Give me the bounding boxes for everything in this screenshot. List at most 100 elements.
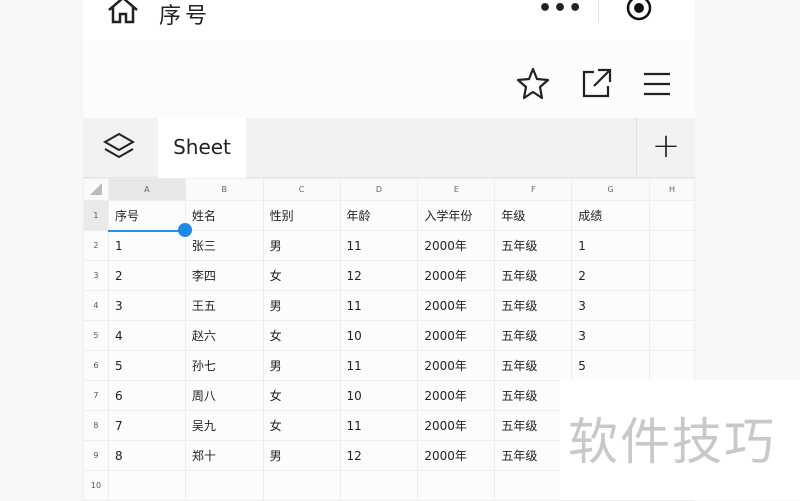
cell[interactable]: 3 <box>571 320 651 351</box>
row-header[interactable]: 4 <box>83 290 109 321</box>
cell[interactable]: 11 <box>339 350 419 381</box>
row-header[interactable]: 3 <box>83 260 109 291</box>
tab-sheet[interactable]: Sheet <box>158 118 246 178</box>
cell[interactable]: 成绩 <box>571 200 651 231</box>
cell[interactable]: 年级 <box>494 200 573 231</box>
cell[interactable]: 3 <box>107 290 186 321</box>
home-icon[interactable] <box>105 0 141 26</box>
row-header[interactable]: 8 <box>83 410 109 441</box>
cell[interactable]: 五年级 <box>494 350 573 381</box>
cell[interactable]: 女 <box>262 260 341 291</box>
cell[interactable] <box>649 290 695 321</box>
cell[interactable]: 12 <box>339 260 419 291</box>
cell[interactable]: 五年级 <box>494 260 573 291</box>
cell[interactable]: 2000年 <box>417 290 496 321</box>
cell[interactable] <box>649 230 695 261</box>
row-header[interactable]: 7 <box>83 380 109 411</box>
cell[interactable]: 8 <box>107 440 186 471</box>
cell[interactable]: 2000年 <box>417 350 496 381</box>
cell[interactable]: 4 <box>107 320 186 351</box>
cell[interactable]: 6 <box>107 380 186 411</box>
cell[interactable]: 男 <box>262 290 341 321</box>
more-dots-icon[interactable]: ••• <box>538 0 583 21</box>
cell[interactable]: 周八 <box>184 380 264 411</box>
cell[interactable]: 2000年 <box>417 230 496 261</box>
column-header-G[interactable]: G <box>571 178 651 201</box>
cell[interactable]: 1 <box>571 230 651 261</box>
column-header-B[interactable]: B <box>184 178 264 201</box>
cell[interactable] <box>649 320 695 351</box>
table-row: 1 序号 姓名 性别 年龄 入学年份 年级 成绩 <box>83 200 695 232</box>
cell[interactable] <box>649 350 695 381</box>
share-icon[interactable] <box>578 66 614 102</box>
row-header[interactable]: 2 <box>83 230 109 261</box>
cell[interactable]: 2000年 <box>417 260 496 291</box>
cell[interactable]: 姓名 <box>184 200 264 231</box>
watermark: 软件技巧 <box>560 380 800 500</box>
column-header-D[interactable]: D <box>339 178 419 201</box>
cell[interactable]: 10 <box>339 380 419 411</box>
add-sheet-button[interactable]: + <box>636 118 695 178</box>
cell[interactable]: 五年级 <box>494 290 573 321</box>
layers-icon[interactable] <box>101 130 137 166</box>
cell[interactable] <box>649 260 695 291</box>
selection-handle[interactable] <box>178 223 192 237</box>
star-icon[interactable] <box>515 66 551 102</box>
cell[interactable] <box>417 470 496 501</box>
cell[interactable]: 12 <box>339 440 419 471</box>
cell[interactable]: 孙七 <box>184 350 264 381</box>
cell[interactable]: 吴九 <box>184 410 264 441</box>
cell[interactable]: 10 <box>339 320 419 351</box>
cell[interactable] <box>339 470 419 501</box>
select-all-corner[interactable] <box>83 178 109 201</box>
cell[interactable]: 男 <box>262 350 341 381</box>
row-header[interactable]: 9 <box>83 440 109 471</box>
cell[interactable]: 7 <box>107 410 186 441</box>
top-bar: 序号 ••• <box>83 0 695 40</box>
cell[interactable]: 3 <box>571 290 651 321</box>
menu-icon[interactable] <box>639 66 675 102</box>
cell[interactable]: 2000年 <box>417 380 496 411</box>
cell[interactable]: 赵六 <box>184 320 264 351</box>
cell[interactable]: 李四 <box>184 260 264 291</box>
row-header[interactable]: 5 <box>83 320 109 351</box>
cell[interactable]: 郑十 <box>184 440 264 471</box>
column-header-E[interactable]: E <box>417 178 496 201</box>
cell[interactable]: 5 <box>571 350 651 381</box>
cell[interactable]: 女 <box>262 410 341 441</box>
cell[interactable]: 2000年 <box>417 320 496 351</box>
cell[interactable]: 序号 <box>107 200 186 232</box>
column-header-F[interactable]: F <box>494 178 573 201</box>
cell[interactable] <box>184 470 264 501</box>
cell[interactable]: 2 <box>107 260 186 291</box>
cell[interactable]: 男 <box>262 440 341 471</box>
cell[interactable]: 11 <box>339 290 419 321</box>
cell[interactable]: 2000年 <box>417 440 496 471</box>
cell[interactable]: 女 <box>262 380 341 411</box>
row-header[interactable]: 1 <box>83 200 109 231</box>
cell[interactable]: 年龄 <box>339 200 419 231</box>
cell[interactable]: 1 <box>107 230 186 261</box>
column-header-H[interactable]: H <box>649 178 695 201</box>
cell[interactable]: 2 <box>571 260 651 291</box>
cell[interactable]: 五年级 <box>494 320 573 351</box>
column-header-A[interactable]: A <box>107 178 186 201</box>
cell[interactable]: 5 <box>107 350 186 381</box>
cell[interactable]: 五年级 <box>494 230 573 261</box>
cell[interactable]: 女 <box>262 320 341 351</box>
cell[interactable] <box>262 470 341 501</box>
cell[interactable]: 性别 <box>262 200 341 231</box>
cell[interactable] <box>107 470 186 501</box>
cell[interactable] <box>649 200 695 231</box>
record-icon[interactable] <box>623 0 655 24</box>
cell[interactable]: 张三 <box>184 230 264 261</box>
cell[interactable]: 男 <box>262 230 341 261</box>
row-header[interactable]: 6 <box>83 350 109 381</box>
column-header-C[interactable]: C <box>262 178 341 201</box>
cell[interactable]: 王五 <box>184 290 264 321</box>
cell[interactable]: 入学年份 <box>417 200 496 231</box>
cell[interactable]: 2000年 <box>417 410 496 441</box>
cell[interactable]: 11 <box>339 410 419 441</box>
cell[interactable]: 11 <box>339 230 419 261</box>
row-header[interactable]: 10 <box>83 470 109 501</box>
